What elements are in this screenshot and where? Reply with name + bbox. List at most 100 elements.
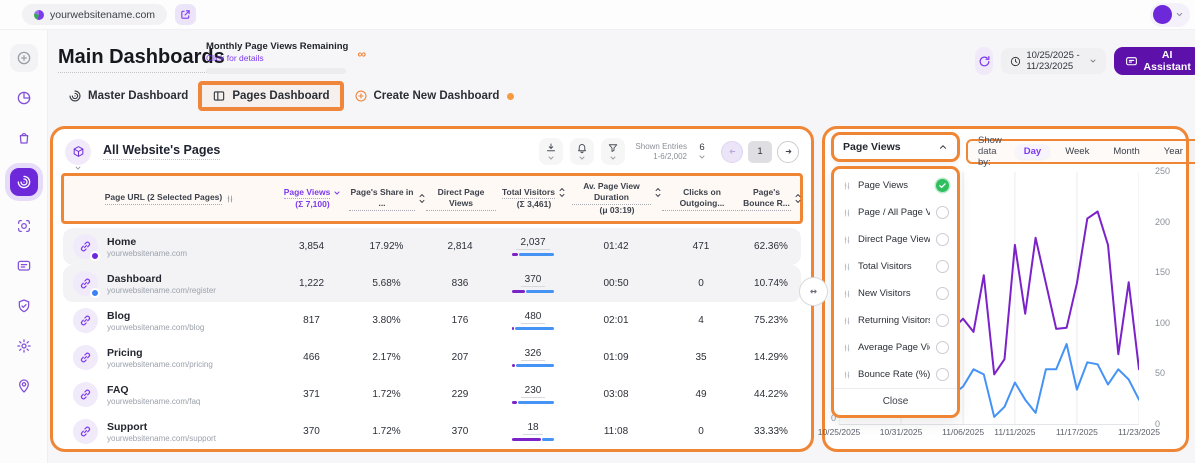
granularity-month[interactable]: Month	[1104, 144, 1148, 159]
metric-radio-checked[interactable]	[936, 179, 949, 192]
total-visitors-cell: 2,037	[495, 237, 571, 256]
column-header-av-page-view-duration[interactable]: Av. Page View Duration(μ 03:19)	[572, 181, 662, 216]
metric-dropdown-toggle[interactable]: Page Views	[831, 132, 960, 162]
metric-dropdown-close-button[interactable]: Close	[834, 388, 957, 415]
sort-desc-icon	[333, 189, 341, 197]
table-row-home[interactable]: Homeyourwebsitename.com3,85417.92%2,8142…	[63, 228, 801, 265]
sidebar-item-analytics[interactable]	[10, 84, 38, 112]
refresh-button[interactable]	[975, 47, 993, 75]
drag-handle-icon	[842, 234, 852, 246]
column-header-page-url[interactable]: Page URL (2 Selected Pages)	[64, 192, 276, 204]
x-axis-tick: 10/25/2025	[818, 427, 861, 437]
granularity-day[interactable]: Day	[1015, 144, 1050, 159]
sidebar-item-products[interactable]	[10, 124, 38, 152]
metric-radio[interactable]	[936, 341, 949, 354]
metric-option-direct-page-views[interactable]: Direct Page Views	[834, 226, 957, 253]
drag-handle-icon	[225, 193, 235, 205]
quota-details-link[interactable]: Click for details	[206, 53, 352, 63]
page-views-cell: 817	[275, 315, 348, 326]
metric-radio[interactable]	[936, 287, 949, 300]
metric-option-page-views[interactable]: Page Views	[834, 172, 957, 199]
chevron-down-icon	[609, 154, 617, 162]
visitors-split-bar	[512, 364, 554, 367]
metric-option-bounce-rate[interactable]: Bounce Rate (%)	[834, 361, 957, 388]
metric-option-total-visitors[interactable]: Total Visitors	[834, 253, 957, 280]
share-cell: 3.80%	[348, 315, 425, 326]
tab-label: Master Dashboard	[88, 90, 188, 102]
quota-widget[interactable]: Monthly Page Views Remaining Click for d…	[206, 41, 352, 74]
metric-option-returning-visitors[interactable]: Returning Visitors	[834, 307, 957, 334]
metric-option-average-page-vie[interactable]: Average Page Vie...	[834, 334, 957, 361]
refresh-icon	[978, 55, 991, 68]
page-name: Home	[107, 236, 187, 248]
metric-radio[interactable]	[936, 233, 949, 246]
duration-cell: 00:50	[571, 278, 661, 289]
table-row-faq[interactable]: FAQyourwebsitename.com/faq3711.72%229230…	[63, 376, 801, 413]
date-range-picker[interactable]: 10/25/2025 - 11/23/2025	[1001, 48, 1105, 74]
table-row-blog[interactable]: Blogyourwebsitename.com/blog8173.80%1764…	[63, 302, 801, 339]
visitors-split-bar	[512, 438, 554, 441]
chat-icon	[16, 258, 32, 274]
panel-resize-handle[interactable]	[799, 277, 828, 306]
page-views-cell: 371	[275, 389, 348, 400]
total-visitors-cell: 370	[495, 274, 571, 293]
metric-radio[interactable]	[936, 314, 949, 327]
shown-entries-value: 1-6/2,002	[635, 152, 687, 162]
tab-create-new-dashboard[interactable]: Create New Dashboard	[344, 81, 525, 111]
column-header-page-s-bounce-r[interactable]: Page's Bounce R...	[742, 187, 802, 211]
metric-option-new-visitors[interactable]: New Visitors	[834, 280, 957, 307]
table-row-pricing[interactable]: Pricingyourwebsitename.com/pricing4662.1…	[63, 339, 801, 376]
filter-button[interactable]	[601, 138, 625, 165]
table-row-dashboard[interactable]: Dashboardyourwebsitename.com/register1,2…	[63, 265, 801, 302]
page-views-cell: 466	[275, 352, 348, 363]
sidebar-item-location[interactable]	[10, 372, 38, 400]
column-label: Page Views	[284, 187, 331, 199]
outgoing-clicks-cell: 0	[661, 278, 741, 289]
chevron-down-icon	[74, 164, 82, 172]
granularity-year[interactable]: Year	[1155, 144, 1192, 159]
sidebar-item-security[interactable]	[10, 292, 38, 320]
page-url: yourwebsitename.com/support	[107, 434, 216, 443]
download-icon	[545, 142, 557, 154]
pages-table-panel: All Website's Pages Shown Entries1-6/2,0…	[50, 126, 814, 452]
table-column-headers: Page URL (2 Selected Pages)Page Views(Σ …	[61, 173, 803, 224]
metric-radio[interactable]	[936, 206, 949, 219]
bounce-rate-cell: 62.36%	[741, 241, 801, 252]
table-widget-menu[interactable]	[65, 139, 91, 165]
table-row-support[interactable]: Supportyourwebsitename.com/support3701.7…	[63, 413, 801, 450]
tab-master-dashboard[interactable]: Master Dashboard	[58, 81, 198, 111]
column-header-direct-page-views[interactable]: Direct Page Views	[426, 187, 496, 211]
dashboard-tabs: Master Dashboard Pages DashboardCreate Ne…	[58, 80, 524, 112]
user-menu[interactable]	[1150, 3, 1190, 27]
visitors-split-bar	[512, 290, 554, 293]
column-header-total-visitors[interactable]: Total Visitors(Σ 3,461)	[496, 187, 572, 211]
column-header-page-s-share-in[interactable]: Page's Share in ...	[349, 187, 426, 211]
column-header-clicks-on-outgoing[interactable]: Clicks on Outgoing...	[662, 187, 742, 211]
sidebar-item-tracking[interactable]	[10, 212, 38, 240]
notification-dot	[507, 93, 514, 100]
previous-page-button[interactable]	[721, 141, 743, 163]
sidebar-item-settings[interactable]	[10, 332, 38, 360]
metric-radio[interactable]	[936, 368, 949, 381]
metric-radio[interactable]	[936, 260, 949, 273]
ai-assistant-button[interactable]: AI Assistant	[1114, 47, 1195, 75]
sidebar-item-messages[interactable]	[10, 252, 38, 280]
sidebar-item-dashboards[interactable]	[10, 168, 38, 196]
notifications-button[interactable]	[570, 138, 594, 165]
next-page-button[interactable]	[777, 141, 799, 163]
column-sublabel: (Σ 7,100)	[276, 199, 349, 210]
page-name: Blog	[107, 310, 204, 322]
download-button[interactable]	[539, 138, 563, 165]
metric-option-page-all-page-vi[interactable]: Page / All Page Vi...	[834, 199, 957, 226]
page-name: Pricing	[107, 347, 213, 359]
page-url: yourwebsitename.com/faq	[107, 397, 200, 406]
column-header-page-views[interactable]: Page Views(Σ 7,100)	[276, 187, 349, 211]
drag-handle-icon	[842, 342, 852, 354]
page-size-select[interactable]: 6	[698, 142, 706, 161]
site-url-button[interactable]: yourwebsitename.com	[22, 4, 167, 25]
share-cell: 2.17%	[348, 352, 425, 363]
granularity-week[interactable]: Week	[1056, 144, 1098, 159]
sidebar-item-add[interactable]	[10, 44, 38, 72]
tab-pages-dashboard[interactable]: Pages Dashboard	[198, 81, 343, 111]
open-site-button[interactable]	[175, 4, 196, 25]
